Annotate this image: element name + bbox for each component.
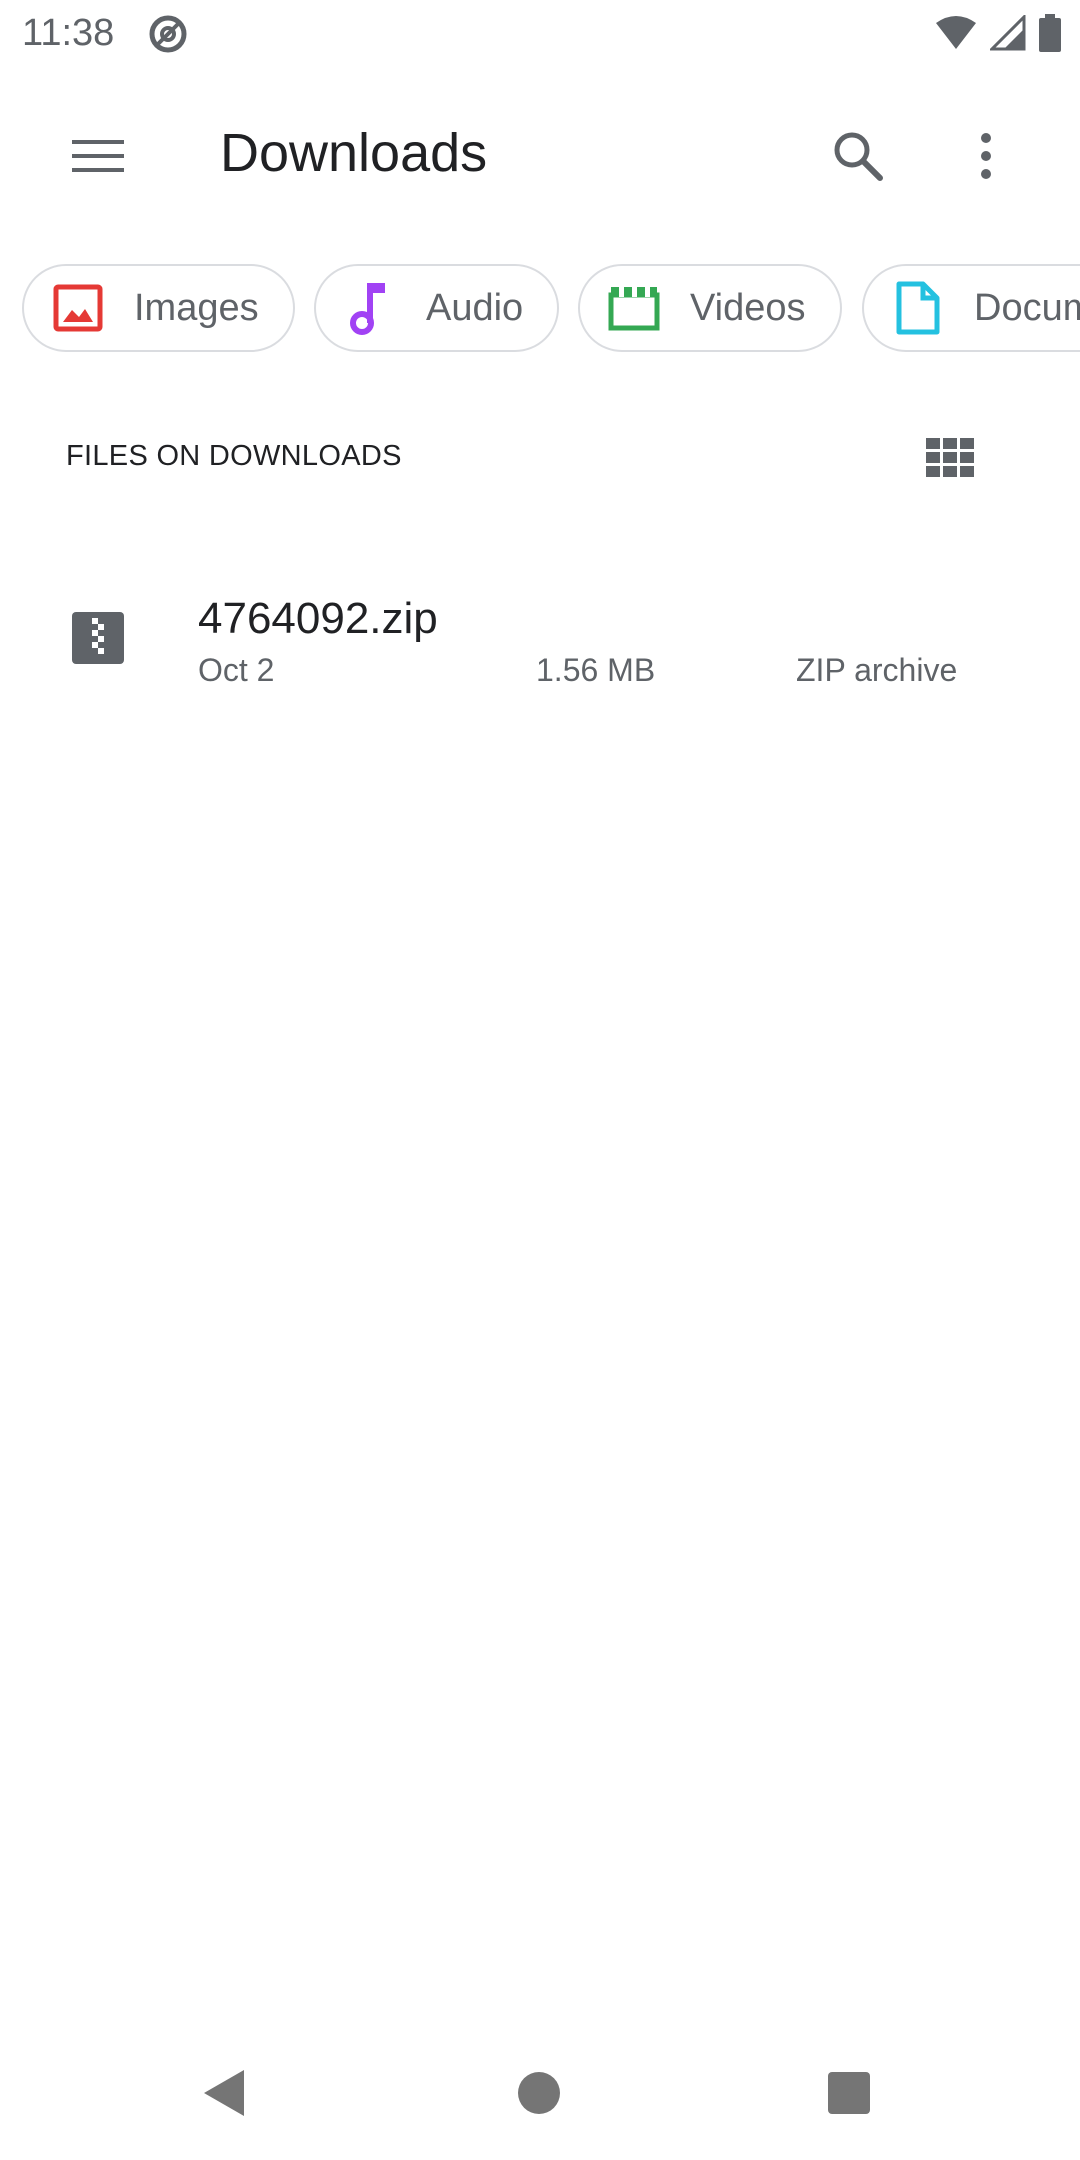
at-sign-icon — [149, 15, 187, 53]
movie-clapper-icon — [608, 282, 660, 334]
grid-view-button[interactable] — [918, 426, 982, 490]
file-size: 1.56 MB — [536, 652, 656, 688]
file-type: ZIP archive — [796, 652, 958, 688]
home-icon[interactable] — [518, 2072, 560, 2114]
document-icon — [892, 281, 944, 335]
page-title: Downloads — [220, 123, 488, 183]
grid-view-icon — [926, 438, 974, 477]
category-chips: Images Audio Videos Docum — [0, 264, 1080, 352]
recents-icon[interactable] — [828, 2072, 870, 2114]
back-icon[interactable] — [200, 2066, 250, 2120]
more-vert-icon — [981, 133, 991, 179]
chip-label: Videos — [690, 286, 806, 329]
file-name: 4764092.zip — [198, 594, 438, 643]
navigation-bar — [0, 2040, 1080, 2160]
more-options-button[interactable] — [948, 118, 1024, 194]
section-header: FILES ON DOWNLOADS — [66, 440, 402, 472]
menu-button[interactable] — [60, 118, 136, 194]
status-bar: 11:38 — [0, 0, 1080, 66]
chip-images[interactable]: Images — [22, 264, 295, 352]
menu-icon — [72, 140, 124, 172]
search-icon — [834, 132, 883, 181]
cell-signal-icon — [990, 15, 1026, 51]
status-time: 11:38 — [22, 12, 115, 54]
file-date: Oct 2 — [198, 652, 275, 688]
chip-documents[interactable]: Docum — [862, 264, 1080, 352]
battery-icon — [1039, 14, 1061, 52]
status-icons — [934, 14, 1062, 52]
chip-label: Docum — [974, 286, 1080, 329]
chip-label: Images — [134, 286, 259, 329]
image-icon — [52, 282, 104, 334]
music-note-icon — [344, 282, 396, 335]
chip-videos[interactable]: Videos — [578, 264, 842, 352]
toolbar: Downloads — [0, 98, 1080, 214]
screen: 11:38 Downloads Images Audio Videos Docu… — [0, 0, 1080, 2160]
file-list-item[interactable]: 4764092.zip Oct 2 1.56 MB ZIP archive — [0, 580, 1080, 710]
zip-file-icon — [72, 612, 124, 664]
chip-label: Audio — [426, 286, 524, 329]
chip-audio[interactable]: Audio — [314, 264, 560, 352]
search-button[interactable] — [820, 118, 896, 194]
wifi-icon — [936, 16, 976, 49]
